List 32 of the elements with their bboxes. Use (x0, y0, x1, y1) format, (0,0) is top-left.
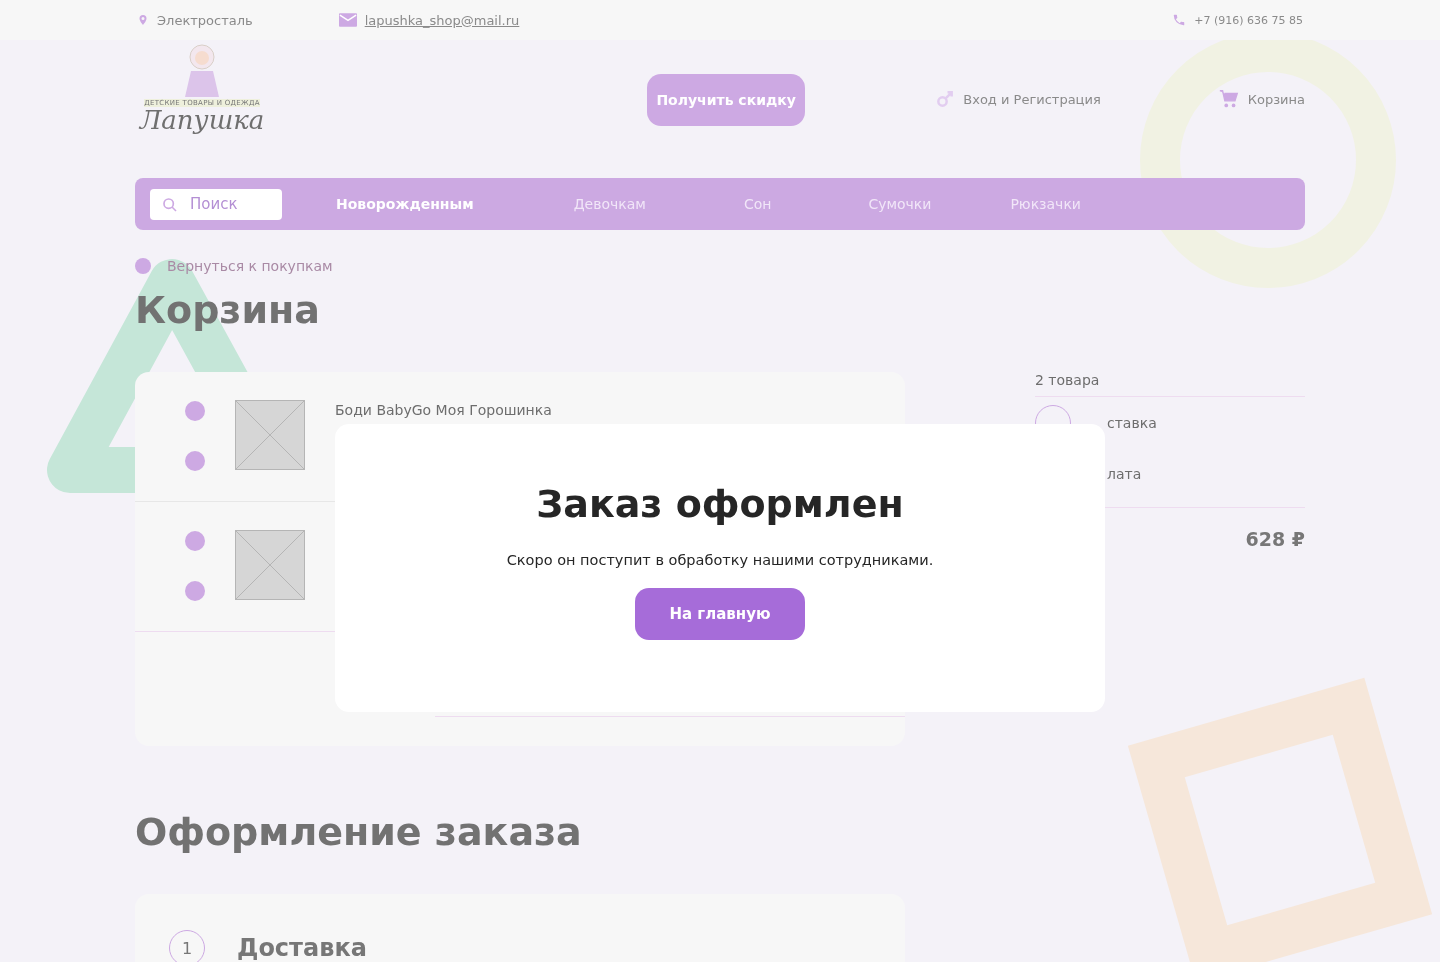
login-link[interactable]: Вход и Регистрация (963, 91, 1101, 107)
logo-name: Лапушка (139, 107, 265, 133)
cart-link[interactable]: Корзина (1247, 91, 1305, 107)
nav-link[interactable]: Рюкзачки (1010, 196, 1081, 212)
nav-link[interactable]: Сон (743, 196, 772, 212)
nav-link[interactable]: Девочкам (573, 196, 646, 212)
home-button[interactable]: На главную (635, 588, 805, 640)
phone-icon (1172, 13, 1187, 27)
page-title: Корзина (135, 288, 321, 332)
image-placeholder (235, 530, 305, 600)
nav-link[interactable]: Новорожденным (336, 196, 474, 212)
item-count: 2 товара (1035, 372, 1305, 397)
nav-link[interactable]: Сумочки (868, 196, 932, 212)
image-placeholder (235, 400, 305, 470)
dialog-title: Заказ оформлен (536, 482, 904, 526)
phone-number: +7 (916) 636 75 85 (1194, 13, 1303, 27)
back-link[interactable]: Вернуться к покупкам (167, 258, 333, 274)
back-dot-icon (135, 258, 151, 274)
search-field[interactable]: Поиск (150, 188, 282, 220)
discount-button[interactable]: Получить скидку (647, 74, 806, 126)
step-title: Доставка (237, 934, 367, 962)
section-title: Оформление заказа (135, 810, 583, 854)
option-label: ставка (1107, 415, 1157, 431)
product-name: Боди BabyGo Моя Горошинка (335, 402, 552, 420)
city-label: Электросталь (157, 12, 253, 28)
cart-icon (1217, 88, 1240, 110)
dialog-text: Скоро он поступит в обработку нашими сотрудниками. (506, 552, 934, 568)
option-label: лата (1107, 466, 1142, 482)
search-icon (162, 196, 178, 213)
total-price: 628 ₽ (1245, 528, 1305, 550)
email-link[interactable]: lapushka_shop@mail.ru (364, 12, 520, 28)
mail-icon (338, 13, 357, 27)
